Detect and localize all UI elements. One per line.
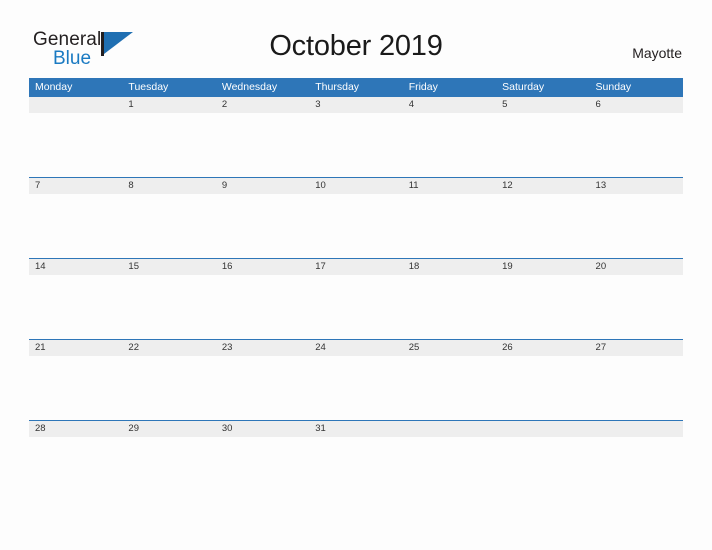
date-number[interactable] xyxy=(496,421,589,437)
date-number[interactable]: 6 xyxy=(590,97,683,113)
date-number[interactable]: 30 xyxy=(216,421,309,437)
day-cell[interactable] xyxy=(403,437,496,501)
date-number[interactable]: 23 xyxy=(216,340,309,356)
day-cell[interactable] xyxy=(122,356,215,420)
date-number[interactable]: 22 xyxy=(122,340,215,356)
date-number[interactable]: 9 xyxy=(216,178,309,194)
day-cell[interactable] xyxy=(216,437,309,501)
calendar-week-row: 7 8 9 10 11 12 13 xyxy=(29,177,683,258)
day-cell[interactable] xyxy=(590,356,683,420)
date-number[interactable]: 26 xyxy=(496,340,589,356)
day-cell[interactable] xyxy=(496,113,589,177)
day-cell[interactable] xyxy=(216,194,309,258)
date-number[interactable]: 10 xyxy=(309,178,402,194)
day-cell[interactable] xyxy=(590,194,683,258)
day-cell[interactable] xyxy=(216,113,309,177)
dow-saturday: Saturday xyxy=(502,81,545,93)
date-number[interactable]: 21 xyxy=(29,340,122,356)
date-number[interactable]: 25 xyxy=(403,340,496,356)
dow-friday: Friday xyxy=(408,81,438,93)
day-cell[interactable] xyxy=(216,275,309,339)
date-number[interactable]: 1 xyxy=(122,97,215,113)
date-number[interactable] xyxy=(590,421,683,437)
day-of-week-header: Monday Tuesday Wednesday Thursday Friday… xyxy=(29,78,683,96)
date-number[interactable]: 24 xyxy=(309,340,402,356)
week-body xyxy=(29,194,683,258)
day-cell[interactable] xyxy=(590,113,683,177)
dow-wednesday: Wednesday xyxy=(221,81,278,93)
date-number[interactable]: 12 xyxy=(496,178,589,194)
week-body xyxy=(29,437,683,501)
date-number-strip: 21 22 23 24 25 26 27 xyxy=(29,339,683,356)
date-number-strip: 28 29 30 31 xyxy=(29,420,683,437)
date-number[interactable]: 19 xyxy=(496,259,589,275)
date-number[interactable]: 7 xyxy=(29,178,122,194)
dow-thursday: Thursday xyxy=(315,81,360,93)
page-header: General Blue October 2019 Mayotte xyxy=(0,0,712,76)
calendar-week-row: 14 15 16 17 18 19 20 xyxy=(29,258,683,339)
date-number[interactable]: 4 xyxy=(403,97,496,113)
date-number[interactable]: 28 xyxy=(29,421,122,437)
day-cell[interactable] xyxy=(29,437,122,501)
day-cell[interactable] xyxy=(403,275,496,339)
week-body xyxy=(29,275,683,339)
day-cell[interactable] xyxy=(216,356,309,420)
day-cell[interactable] xyxy=(29,356,122,420)
date-number-strip: 14 15 16 17 18 19 20 xyxy=(29,258,683,275)
day-cell[interactable] xyxy=(29,113,122,177)
date-number[interactable]: 13 xyxy=(590,178,683,194)
week-body xyxy=(29,356,683,420)
day-cell[interactable] xyxy=(496,356,589,420)
date-number[interactable]: 2 xyxy=(216,97,309,113)
date-number[interactable]: 31 xyxy=(309,421,402,437)
day-cell[interactable] xyxy=(403,113,496,177)
date-number[interactable]: 16 xyxy=(216,259,309,275)
date-number[interactable]: 17 xyxy=(309,259,402,275)
dow-monday: Monday xyxy=(35,81,73,93)
dow-sunday: Sunday xyxy=(595,81,632,93)
day-cell[interactable] xyxy=(496,437,589,501)
day-cell[interactable] xyxy=(122,113,215,177)
day-cell[interactable] xyxy=(122,275,215,339)
day-cell[interactable] xyxy=(122,194,215,258)
day-cell[interactable] xyxy=(309,437,402,501)
date-number[interactable]: 20 xyxy=(590,259,683,275)
dow-tuesday: Tuesday xyxy=(128,81,169,93)
day-cell[interactable] xyxy=(496,275,589,339)
day-cell[interactable] xyxy=(309,194,402,258)
date-number[interactable]: 29 xyxy=(122,421,215,437)
day-cell[interactable] xyxy=(309,275,402,339)
date-number[interactable]: 27 xyxy=(590,340,683,356)
day-cell[interactable] xyxy=(403,194,496,258)
calendar-week-row: 1 2 3 4 5 6 xyxy=(29,96,683,177)
page-title: October 2019 xyxy=(269,30,443,62)
week-body xyxy=(29,113,683,177)
day-cell[interactable] xyxy=(122,437,215,501)
date-number[interactable] xyxy=(29,97,122,113)
calendar-page: General Blue October 2019 Mayotte Monday… xyxy=(0,0,712,550)
region-label: Mayotte xyxy=(632,45,682,61)
date-number[interactable]: 5 xyxy=(496,97,589,113)
date-number-strip: 7 8 9 10 11 12 13 xyxy=(29,177,683,194)
day-cell[interactable] xyxy=(29,275,122,339)
day-cell[interactable] xyxy=(309,113,402,177)
date-number[interactable]: 8 xyxy=(122,178,215,194)
calendar-week-row: 21 22 23 24 25 26 27 xyxy=(29,339,683,420)
date-number[interactable]: 14 xyxy=(29,259,122,275)
day-cell[interactable] xyxy=(403,356,496,420)
calendar-grid: Monday Tuesday Wednesday Thursday Friday… xyxy=(29,78,683,501)
day-cell[interactable] xyxy=(496,194,589,258)
date-number[interactable]: 15 xyxy=(122,259,215,275)
day-cell[interactable] xyxy=(309,356,402,420)
day-cell[interactable] xyxy=(590,275,683,339)
date-number[interactable]: 11 xyxy=(403,178,496,194)
date-number[interactable]: 3 xyxy=(309,97,402,113)
date-number-strip: 1 2 3 4 5 6 xyxy=(29,96,683,113)
date-number[interactable] xyxy=(403,421,496,437)
calendar-week-row: 28 29 30 31 xyxy=(29,420,683,501)
date-number[interactable]: 18 xyxy=(403,259,496,275)
day-cell[interactable] xyxy=(29,194,122,258)
day-cell[interactable] xyxy=(590,437,683,501)
